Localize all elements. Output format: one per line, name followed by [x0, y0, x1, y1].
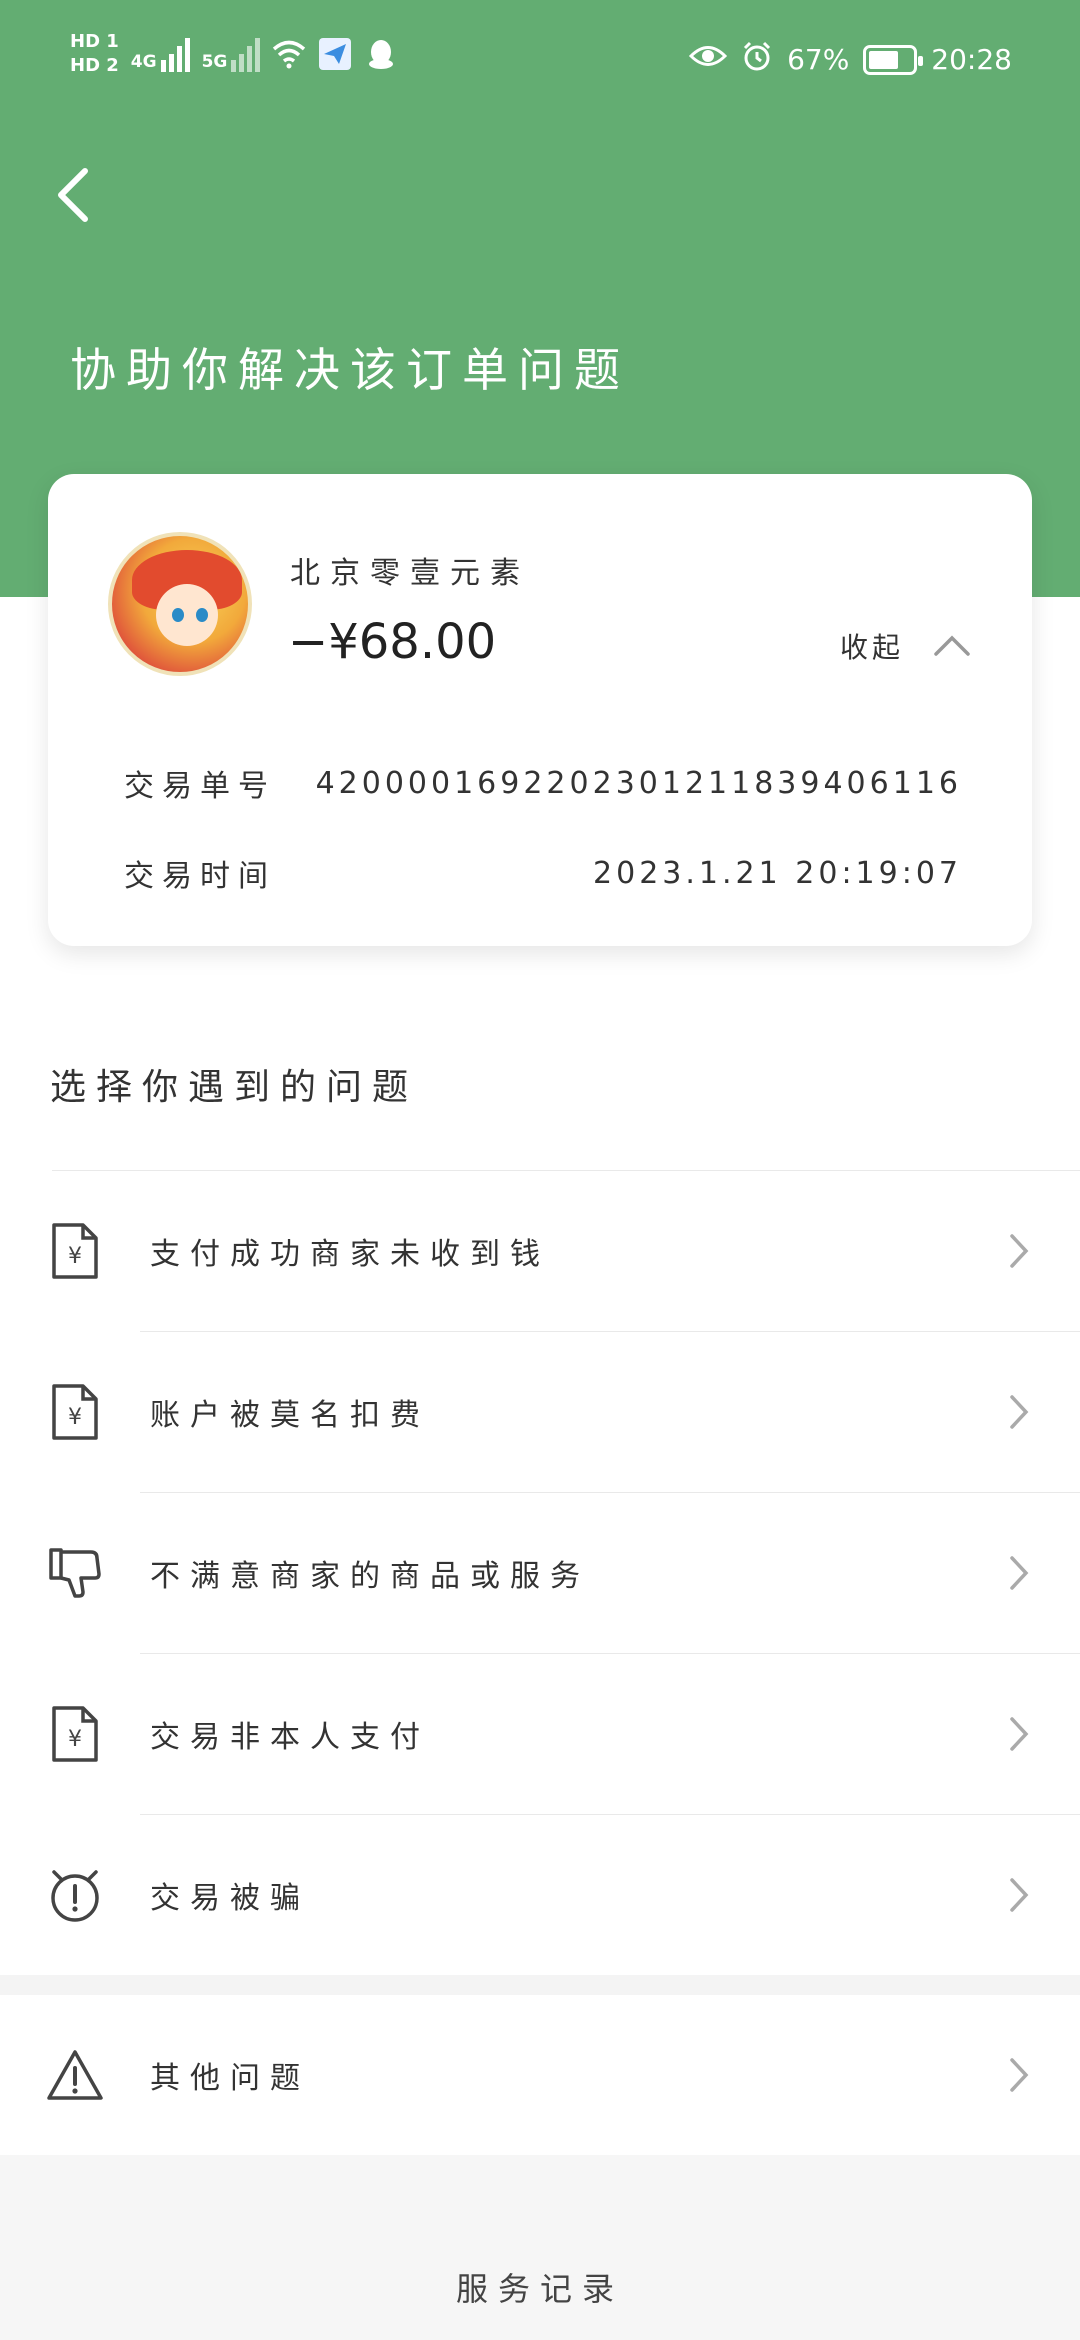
back-button[interactable]	[38, 160, 108, 230]
order-card: 北京零壹元素 −¥68.00 收起 交易单号 42000016922023012…	[48, 474, 1032, 946]
transaction-id-row: 交易单号 4200001692202301211839406116	[124, 758, 962, 808]
divider	[140, 1492, 1080, 1493]
chevron-right-icon	[1004, 1553, 1034, 1593]
transaction-time-value: 2023.1.21 20:19:07	[593, 855, 962, 891]
issue-other[interactable]: 其他问题	[0, 1995, 1080, 2155]
chevron-right-icon	[1004, 2055, 1034, 2095]
wifi-icon	[272, 37, 306, 71]
status-bar-right: 67% 20:28	[688, 40, 1012, 79]
section-title: 选择你遇到的问题	[50, 1067, 419, 1108]
issue-label: 交易被骗	[150, 1880, 310, 1916]
signal-5g: 5G	[202, 36, 261, 72]
issue-unsatisfied-product[interactable]: 不满意商家的商品或服务	[0, 1492, 1080, 1653]
issue-label: 不满意商家的商品或服务	[150, 1558, 590, 1594]
receipt-yen-icon: ¥	[44, 1703, 106, 1765]
divider	[140, 1814, 1080, 1815]
eye-icon	[688, 43, 728, 76]
issue-not-self-paid[interactable]: ¥ 交易非本人支付	[0, 1653, 1080, 1814]
receipt-yen-icon: ¥	[44, 1220, 106, 1282]
transaction-time-row: 交易时间 2023.1.21 20:19:07	[124, 848, 962, 898]
issue-label: 其他问题	[150, 2061, 310, 2096]
thumbs-down-icon	[44, 1542, 106, 1604]
chevron-right-icon	[1004, 1231, 1034, 1271]
merchant-name: 北京零壹元素	[290, 556, 530, 591]
collapse-label: 收起	[839, 631, 904, 664]
clock: 20:28	[931, 43, 1012, 76]
issue-unexpected-charge[interactable]: ¥ 账户被莫名扣费	[0, 1331, 1080, 1492]
signal-4g: 4G	[131, 36, 190, 72]
signal-bars-icon	[231, 36, 261, 72]
svg-text:¥: ¥	[68, 1244, 82, 1269]
issue-list: ¥ 支付成功商家未收到钱 ¥ 账户被莫名扣费 不满意商家的商品或服务 ¥ 交易非…	[0, 1170, 1080, 1975]
battery-percent: 67%	[787, 43, 850, 76]
transaction-time-label: 交易时间	[124, 859, 276, 894]
hd2-label: HD 2	[70, 55, 119, 76]
issue-merchant-not-received[interactable]: ¥ 支付成功商家未收到钱	[0, 1170, 1080, 1331]
net2-label: 5G	[201, 52, 228, 72]
order-amount: −¥68.00	[288, 614, 497, 670]
issue-scammed[interactable]: 交易被骗	[0, 1814, 1080, 1975]
svg-text:¥: ¥	[68, 1405, 82, 1430]
issue-label: 账户被莫名扣费	[150, 1397, 430, 1433]
status-bar: HD 1 HD 2 4G 5G 67% 20:28	[0, 0, 1080, 124]
chevron-right-icon	[1004, 1714, 1034, 1754]
hd-indicators: HD 1 HD 2	[70, 32, 119, 76]
divider	[52, 1170, 1080, 1171]
transaction-id-value: 4200001692202301211839406116	[315, 765, 962, 801]
issue-label: 支付成功商家未收到钱	[150, 1236, 550, 1272]
chevron-right-icon	[1004, 1392, 1034, 1432]
divider	[140, 1653, 1080, 1654]
page-title: 协助你解决该订单问题	[70, 343, 630, 397]
receipt-yen-icon: ¥	[44, 1381, 106, 1443]
alarm-icon	[741, 40, 773, 79]
collapse-toggle[interactable]: 收起	[840, 626, 972, 666]
chevron-up-icon	[934, 635, 970, 656]
paper-plane-app-icon	[318, 37, 352, 71]
service-record-link[interactable]: 服务记录	[0, 2264, 1080, 2310]
merchant-avatar	[108, 532, 252, 676]
penguin-app-icon	[364, 37, 398, 71]
hd1-label: HD 1	[70, 31, 119, 52]
back-arrow-icon	[58, 168, 88, 222]
issue-label: 交易非本人支付	[150, 1719, 430, 1755]
status-bar-left: HD 1 HD 2 4G 5G	[70, 32, 398, 76]
warning-triangle-icon	[44, 2044, 106, 2106]
alert-circle-icon	[44, 1864, 106, 1926]
divider	[140, 1331, 1080, 1332]
battery-icon	[863, 44, 924, 75]
transaction-id-label: 交易单号	[124, 769, 276, 804]
chevron-right-icon	[1004, 1875, 1034, 1915]
section-gap	[0, 1975, 1080, 1995]
svg-text:¥: ¥	[68, 1727, 82, 1752]
signal-bars-icon	[160, 36, 190, 72]
net1-label: 4G	[130, 52, 157, 72]
